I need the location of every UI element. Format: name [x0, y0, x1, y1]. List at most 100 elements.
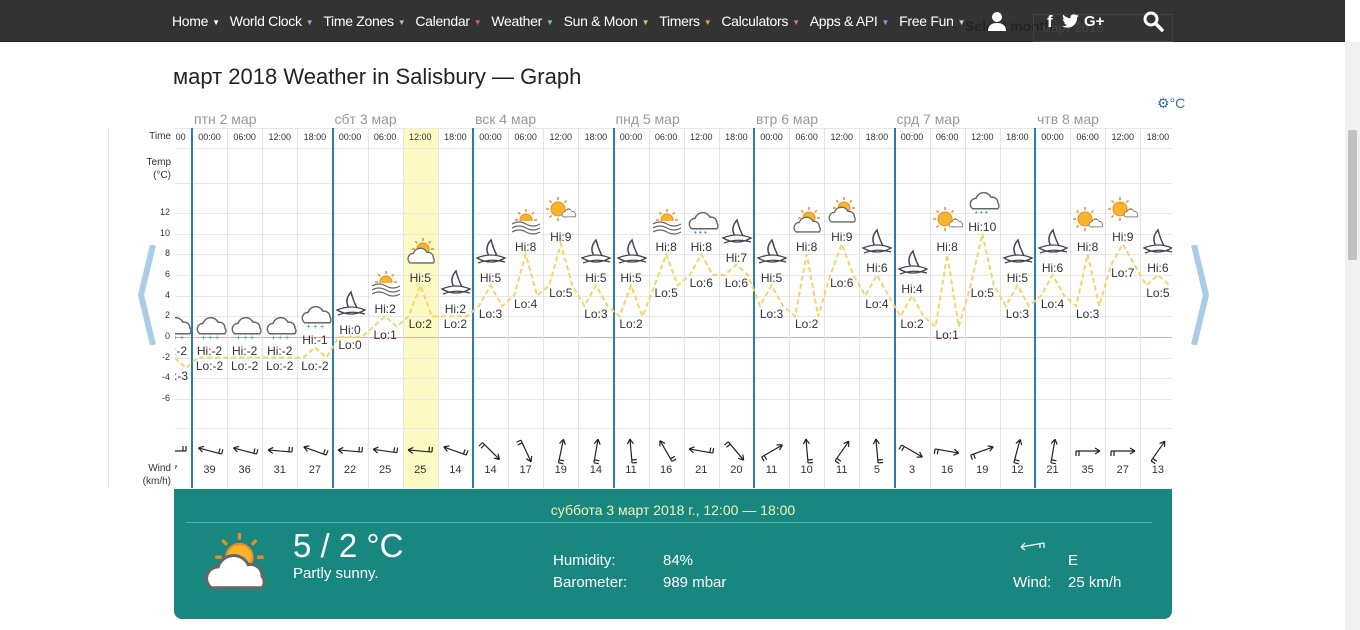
time-label: 12:00: [1111, 132, 1135, 142]
moon-fog-icon: [579, 238, 613, 268]
nav-item-apps-api[interactable]: Apps & API ▼: [810, 13, 890, 29]
wind-arrow-icon: [1013, 438, 1023, 465]
sunny-cloud-icon: [1106, 197, 1140, 227]
lo-temp-label: Lo:5: [970, 286, 994, 301]
nav-item-time-zones[interactable]: Time Zones ▼: [323, 13, 405, 29]
twitter-icon[interactable]: [1062, 14, 1079, 28]
caret-down-icon: ▼: [703, 17, 712, 27]
time-label: 00:00: [338, 132, 362, 142]
lo-temp-label: Lo:5: [1146, 286, 1170, 301]
wind-speed-label: 27: [1116, 464, 1129, 476]
next-arrow-button[interactable]: [1190, 245, 1210, 345]
nav-item-label: World Clock: [229, 13, 302, 29]
nav-item-label: Calculators: [721, 13, 789, 29]
y-tick-label: -2: [161, 351, 170, 362]
lo-temp-label: Lo:3: [478, 307, 503, 321]
wind-arrow-icon: [303, 445, 329, 456]
detail-description: Partly sunny.: [293, 565, 379, 582]
wind-arrow-icon: [557, 438, 566, 465]
previous-arrow-button[interactable]: [137, 245, 157, 345]
nav-item-calendar[interactable]: Calendar ▼: [415, 13, 481, 29]
hi-temp-label: Hi:6: [1147, 261, 1169, 276]
lo-temp-label: Lo:4: [865, 296, 889, 311]
wind-arrow-icon: [898, 444, 923, 458]
caret-down-icon: ▼: [545, 17, 554, 27]
lo-temp-label: Lo:3: [759, 307, 784, 321]
wind-speed-label: 35: [1081, 464, 1094, 476]
time-label: 18:00: [175, 132, 186, 142]
sunny-cloud-icon: [931, 207, 965, 237]
caret-down-icon: ▼: [957, 17, 966, 27]
nav-item-sun-moon[interactable]: Sun & Moon ▼: [564, 13, 650, 29]
wind-speed-label: 25: [414, 464, 427, 476]
y-tick-label: 8: [164, 248, 170, 259]
sunny-cloud-icon: [1071, 207, 1105, 237]
moon-fog-icon: [755, 238, 789, 268]
hi-temp-label: Hi:2: [374, 302, 396, 317]
hi-temp-label: Hi:-2: [175, 343, 188, 358]
nav-item-home[interactable]: Home ▼: [172, 13, 220, 29]
wind-speed-label: 16: [660, 464, 673, 476]
wind-arrow-icon: [407, 446, 434, 454]
snow-icon: + + +: [193, 311, 227, 342]
lo-temp-label: Lo:-2: [230, 358, 259, 373]
y-tick-label: 10: [159, 227, 170, 238]
scrollbar[interactable]: [1345, 42, 1360, 630]
wind-arrow-icon: [1150, 440, 1166, 465]
facebook-icon[interactable]: f: [1047, 12, 1053, 32]
nav-item-timers[interactable]: Timers ▼: [659, 13, 711, 29]
moon-fog-icon: [896, 249, 930, 279]
wind-speed-label: 11: [625, 464, 637, 476]
hi-temp-label: Hi:9: [1112, 230, 1134, 245]
wind-arrow-icon: [724, 441, 745, 461]
time-label: 18:00: [1006, 132, 1029, 142]
hi-temp-label: Hi:9: [550, 230, 572, 245]
wind-speed-label: 36: [238, 464, 251, 476]
hi-temp-label: Hi:8: [936, 240, 958, 255]
nav-item-world-clock[interactable]: World Clock ▼: [230, 13, 314, 29]
y-tick-label: -6: [161, 392, 170, 403]
nav-item-weather[interactable]: Weather ▼: [491, 13, 553, 29]
humidity-value: 84%: [663, 552, 694, 569]
snow-icon: + + +: [228, 311, 262, 342]
wind-speed-label: 39: [203, 464, 216, 476]
svg-text:• • •: • • •: [975, 208, 988, 217]
lo-temp-label: Lo:0: [338, 338, 362, 352]
y-tick-label: 0: [164, 331, 170, 341]
hi-temp-label: Hi:0: [339, 323, 361, 337]
partly-sunny-icon: [825, 197, 859, 227]
barometer-label: Barometer:: [553, 574, 628, 591]
wind-speed-label: 14: [449, 464, 462, 476]
nav-item-free-fun[interactable]: Free Fun ▼: [899, 13, 965, 29]
y-tick-label: 12: [159, 207, 170, 218]
hi-temp-label: Hi:8: [690, 240, 712, 255]
hi-temp-label: Hi:8: [795, 240, 818, 255]
wind-arrow-icon: [802, 438, 813, 464]
lo-temp-label: Lo:3: [1005, 307, 1030, 321]
wind-value: 25 km/h: [1068, 574, 1122, 591]
page-title: март 2018 Weather in Salisbury — Graph: [173, 64, 582, 89]
wind-speed-label: 27: [308, 464, 321, 476]
wind-label: Wind:: [1013, 574, 1052, 591]
hi-temp-label: Hi:5: [1006, 271, 1029, 286]
lo-temp-label: Lo:-2: [266, 358, 294, 373]
wind-speed-label: 19: [976, 464, 989, 476]
search-icon[interactable]: [1143, 11, 1164, 32]
nav-item-calculators[interactable]: Calculators ▼: [721, 13, 800, 29]
lo-temp-label: Lo:5: [549, 286, 573, 301]
hi-temp-label: Hi:10: [968, 219, 997, 234]
user-icon[interactable]: [987, 11, 1007, 31]
wind-arrow-icon: [834, 440, 850, 465]
wind-unit-label: (km/h): [142, 476, 171, 487]
lo-temp-label: Lo:2: [619, 317, 643, 332]
wind-speed-label: 10: [800, 464, 813, 476]
scrollbar-thumb[interactable]: [1348, 130, 1357, 260]
google-plus-icon[interactable]: G+: [1084, 13, 1104, 30]
wind-speed-label: 12: [1011, 464, 1024, 476]
rain-icon: • • •: [966, 187, 1000, 217]
sun-fog-icon: [650, 207, 684, 238]
lo-temp-label: Lo:2: [443, 317, 468, 332]
detail-header: суббота 3 март 2018 г., 12:00 — 18:00: [550, 502, 796, 518]
caret-down-icon: ▼: [641, 17, 650, 27]
wind-direction-icon: [1020, 542, 1045, 551]
